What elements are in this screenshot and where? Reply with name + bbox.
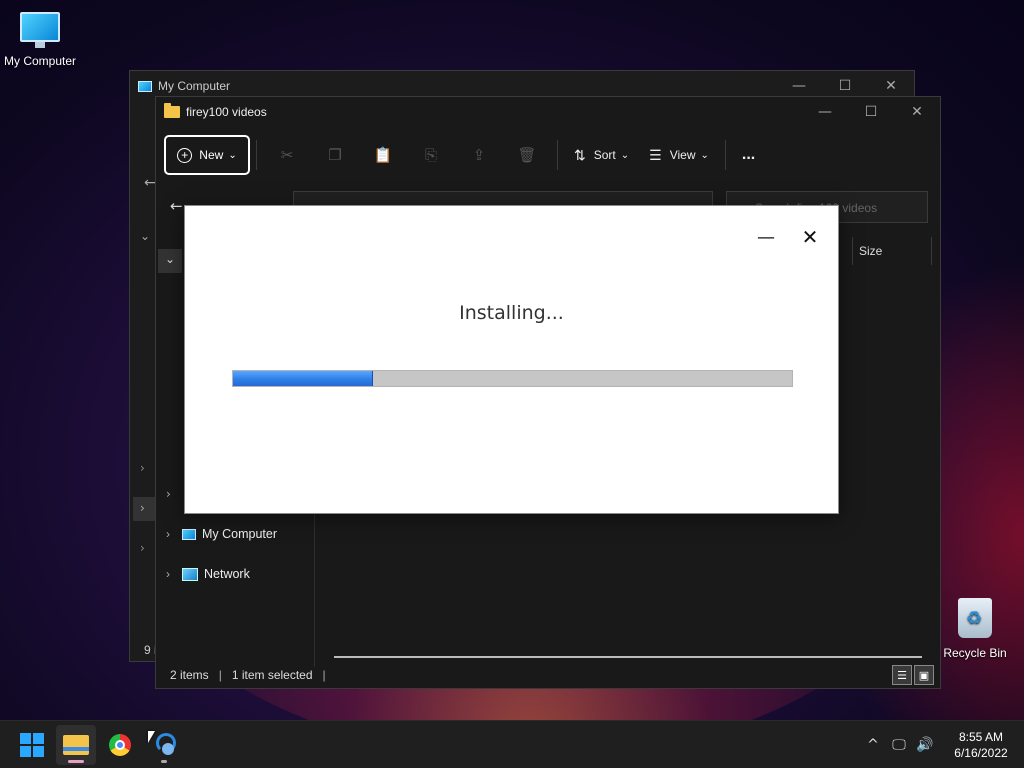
- paste-icon[interactable]: 📋: [359, 135, 407, 175]
- chevron-right-icon: ›: [166, 527, 170, 541]
- mouse-cursor-icon: [148, 731, 155, 743]
- sort-icon: ⇅: [574, 146, 586, 163]
- new-button-label: New: [199, 148, 224, 162]
- window-title: My Computer: [158, 79, 231, 93]
- installer-dialog[interactable]: — ✕ Installing...: [184, 205, 839, 514]
- chevron-right-icon[interactable]: ›: [166, 487, 171, 501]
- status-selection: 1 item selected: [231, 668, 313, 682]
- command-bar: + New ⌄ ✂ ❐ 📋 ⎘ ⇪ 🗑 ⇅ Sort ⌄ ☰ View ⌄ ..…: [156, 127, 940, 183]
- status-separator: |: [322, 668, 326, 682]
- sort-label: Sort: [593, 148, 616, 162]
- sidebar-item-network[interactable]: › Network: [166, 567, 250, 581]
- folder-icon: [164, 103, 180, 118]
- share-icon[interactable]: ⇪: [455, 135, 503, 175]
- status-item-count: 2 items: [170, 668, 209, 682]
- minimize-button[interactable]: —: [751, 222, 781, 252]
- network-status-icon[interactable]: 🖵: [886, 737, 912, 753]
- clock-date: 6/16/2022: [954, 746, 1008, 760]
- chevron-down-icon[interactable]: ⌄: [158, 249, 182, 273]
- running-indicator: [161, 760, 167, 763]
- installing-message: Installing...: [459, 302, 564, 324]
- system-tray: ^ 🖵 🔊 8:55 AM 6/16/2022: [860, 721, 1024, 768]
- more-options-button[interactable]: ...: [732, 135, 765, 175]
- chrome-icon: [109, 734, 131, 756]
- taskbar-file-explorer[interactable]: [56, 725, 96, 765]
- clock[interactable]: 8:55 AM 6/16/2022: [938, 729, 1024, 761]
- status-separator: |: [218, 668, 222, 682]
- desktop-icon-label: Recycle Bin: [943, 646, 1007, 660]
- windows-logo-icon: [20, 733, 44, 757]
- chevron-down-icon: ⌄: [228, 149, 237, 161]
- active-indicator: [68, 760, 84, 763]
- view-label: View: [669, 148, 696, 162]
- taskbar: ^ 🖵 🔊 8:55 AM 6/16/2022: [0, 720, 1024, 768]
- close-button[interactable]: ✕: [795, 222, 825, 252]
- window-title: firey100 videos: [186, 105, 267, 119]
- taskbar-chrome[interactable]: [100, 725, 140, 765]
- monitor-icon: [182, 528, 196, 540]
- chevron-down-icon[interactable]: ⌄: [140, 229, 150, 243]
- toolbar-separator: [557, 140, 558, 170]
- monitor-icon: [138, 80, 152, 92]
- chevron-up-icon[interactable]: ^: [860, 737, 886, 753]
- folder-icon: [63, 735, 89, 755]
- back-arrow-icon[interactable]: ←: [170, 197, 183, 215]
- plus-icon: +: [177, 147, 193, 163]
- close-button[interactable]: ✕: [894, 97, 940, 127]
- window-controls: — ☐ ✕: [802, 97, 940, 127]
- new-button[interactable]: + New ⌄: [164, 135, 250, 175]
- cut-icon[interactable]: ✂: [263, 135, 311, 175]
- chevron-right-icon: ›: [166, 567, 170, 581]
- recycle-bin-icon: ♻: [958, 598, 992, 638]
- back-arrow-icon[interactable]: ←: [144, 175, 156, 191]
- desktop-icon-recycle-bin[interactable]: ♻ Recycle Bin: [935, 598, 1015, 660]
- sidebar-item-my-computer[interactable]: › My Computer: [166, 527, 277, 541]
- monitor-icon: [20, 12, 60, 48]
- tiles-view-icon[interactable]: ▣: [914, 665, 934, 685]
- toolbar-separator: [724, 140, 726, 170]
- desktop-icon-my-computer[interactable]: My Computer: [0, 12, 80, 68]
- progress-bar: [232, 370, 793, 387]
- progress-bar-fill: [233, 371, 373, 386]
- copy-icon[interactable]: ❐: [311, 135, 359, 175]
- start-button[interactable]: [12, 725, 52, 765]
- chevron-down-icon: ⌄: [700, 149, 709, 161]
- network-icon: [182, 567, 198, 581]
- minimize-button[interactable]: —: [802, 97, 848, 127]
- volume-icon[interactable]: 🔊: [912, 737, 938, 753]
- view-toggle: ☰ ▣: [890, 665, 934, 685]
- details-view-icon[interactable]: ☰: [892, 665, 912, 685]
- view-button[interactable]: ☰ View ⌄: [639, 135, 719, 175]
- chevron-right-icon[interactable]: ›: [133, 497, 155, 521]
- sidebar-item-label: Network: [204, 567, 250, 581]
- sidebar-item-label: My Computer: [202, 527, 278, 541]
- clock-time: 8:55 AM: [958, 730, 1004, 744]
- maximize-button[interactable]: ☐: [848, 97, 894, 127]
- column-header-size[interactable]: Size: [852, 237, 932, 265]
- chevron-right-icon[interactable]: ›: [140, 461, 145, 475]
- rename-icon[interactable]: ⎘: [407, 135, 455, 175]
- chevron-right-icon[interactable]: ›: [140, 541, 145, 555]
- view-icon: ☰: [649, 146, 662, 163]
- chevron-down-icon: ⌄: [620, 149, 630, 161]
- desktop-icon-label: My Computer: [3, 54, 77, 68]
- horizontal-scrollbar[interactable]: [334, 656, 922, 658]
- sort-button[interactable]: ⇅ Sort ⌄: [564, 135, 639, 175]
- status-bar: 2 items | 1 item selected |: [156, 662, 940, 688]
- installer-icon: [154, 733, 176, 757]
- delete-icon[interactable]: 🗑: [503, 135, 551, 175]
- toolbar-separator: [256, 140, 257, 170]
